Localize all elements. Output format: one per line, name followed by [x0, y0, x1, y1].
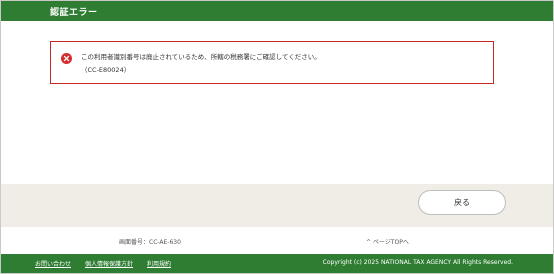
screen-id: 画面番号：CC-AE-630: [119, 239, 181, 246]
error-code: （CC-E80024）: [81, 66, 131, 74]
footer-link-privacy-policy[interactable]: 個人情報保護方針: [85, 259, 133, 268]
footer: お問い合わせ 個人情報保護方針 利用規約 Copyright (c) 2025 …: [1, 254, 553, 273]
error-message-box: この利用者識別番号は廃止されているため、所轄の税務署にご確認してください。 （C…: [50, 41, 494, 84]
title-bar: 認証エラー: [1, 1, 553, 21]
error-message-text: この利用者識別番号は廃止されているため、所轄の税務署にご確認してください。: [81, 53, 321, 61]
info-row: 画面番号：CC-AE-630 ^ ページTOPへ: [1, 230, 553, 252]
page-frame: 認証エラー この利用者識別番号は廃止されているため、所轄の税務署にご確認してくだ…: [0, 0, 554, 274]
error-circle-icon: [61, 53, 72, 64]
page-top-link[interactable]: ^ ページTOPへ: [366, 237, 409, 246]
action-band: 戻る: [1, 184, 553, 227]
copyright: Copyright (c) 2025 NATIONAL TAX AGENCY A…: [322, 259, 513, 266]
page-title: 認証エラー: [50, 8, 98, 18]
back-button[interactable]: 戻る: [418, 190, 506, 215]
footer-link-terms[interactable]: 利用規約: [147, 259, 171, 268]
footer-link-contact[interactable]: お問い合わせ: [35, 259, 71, 268]
